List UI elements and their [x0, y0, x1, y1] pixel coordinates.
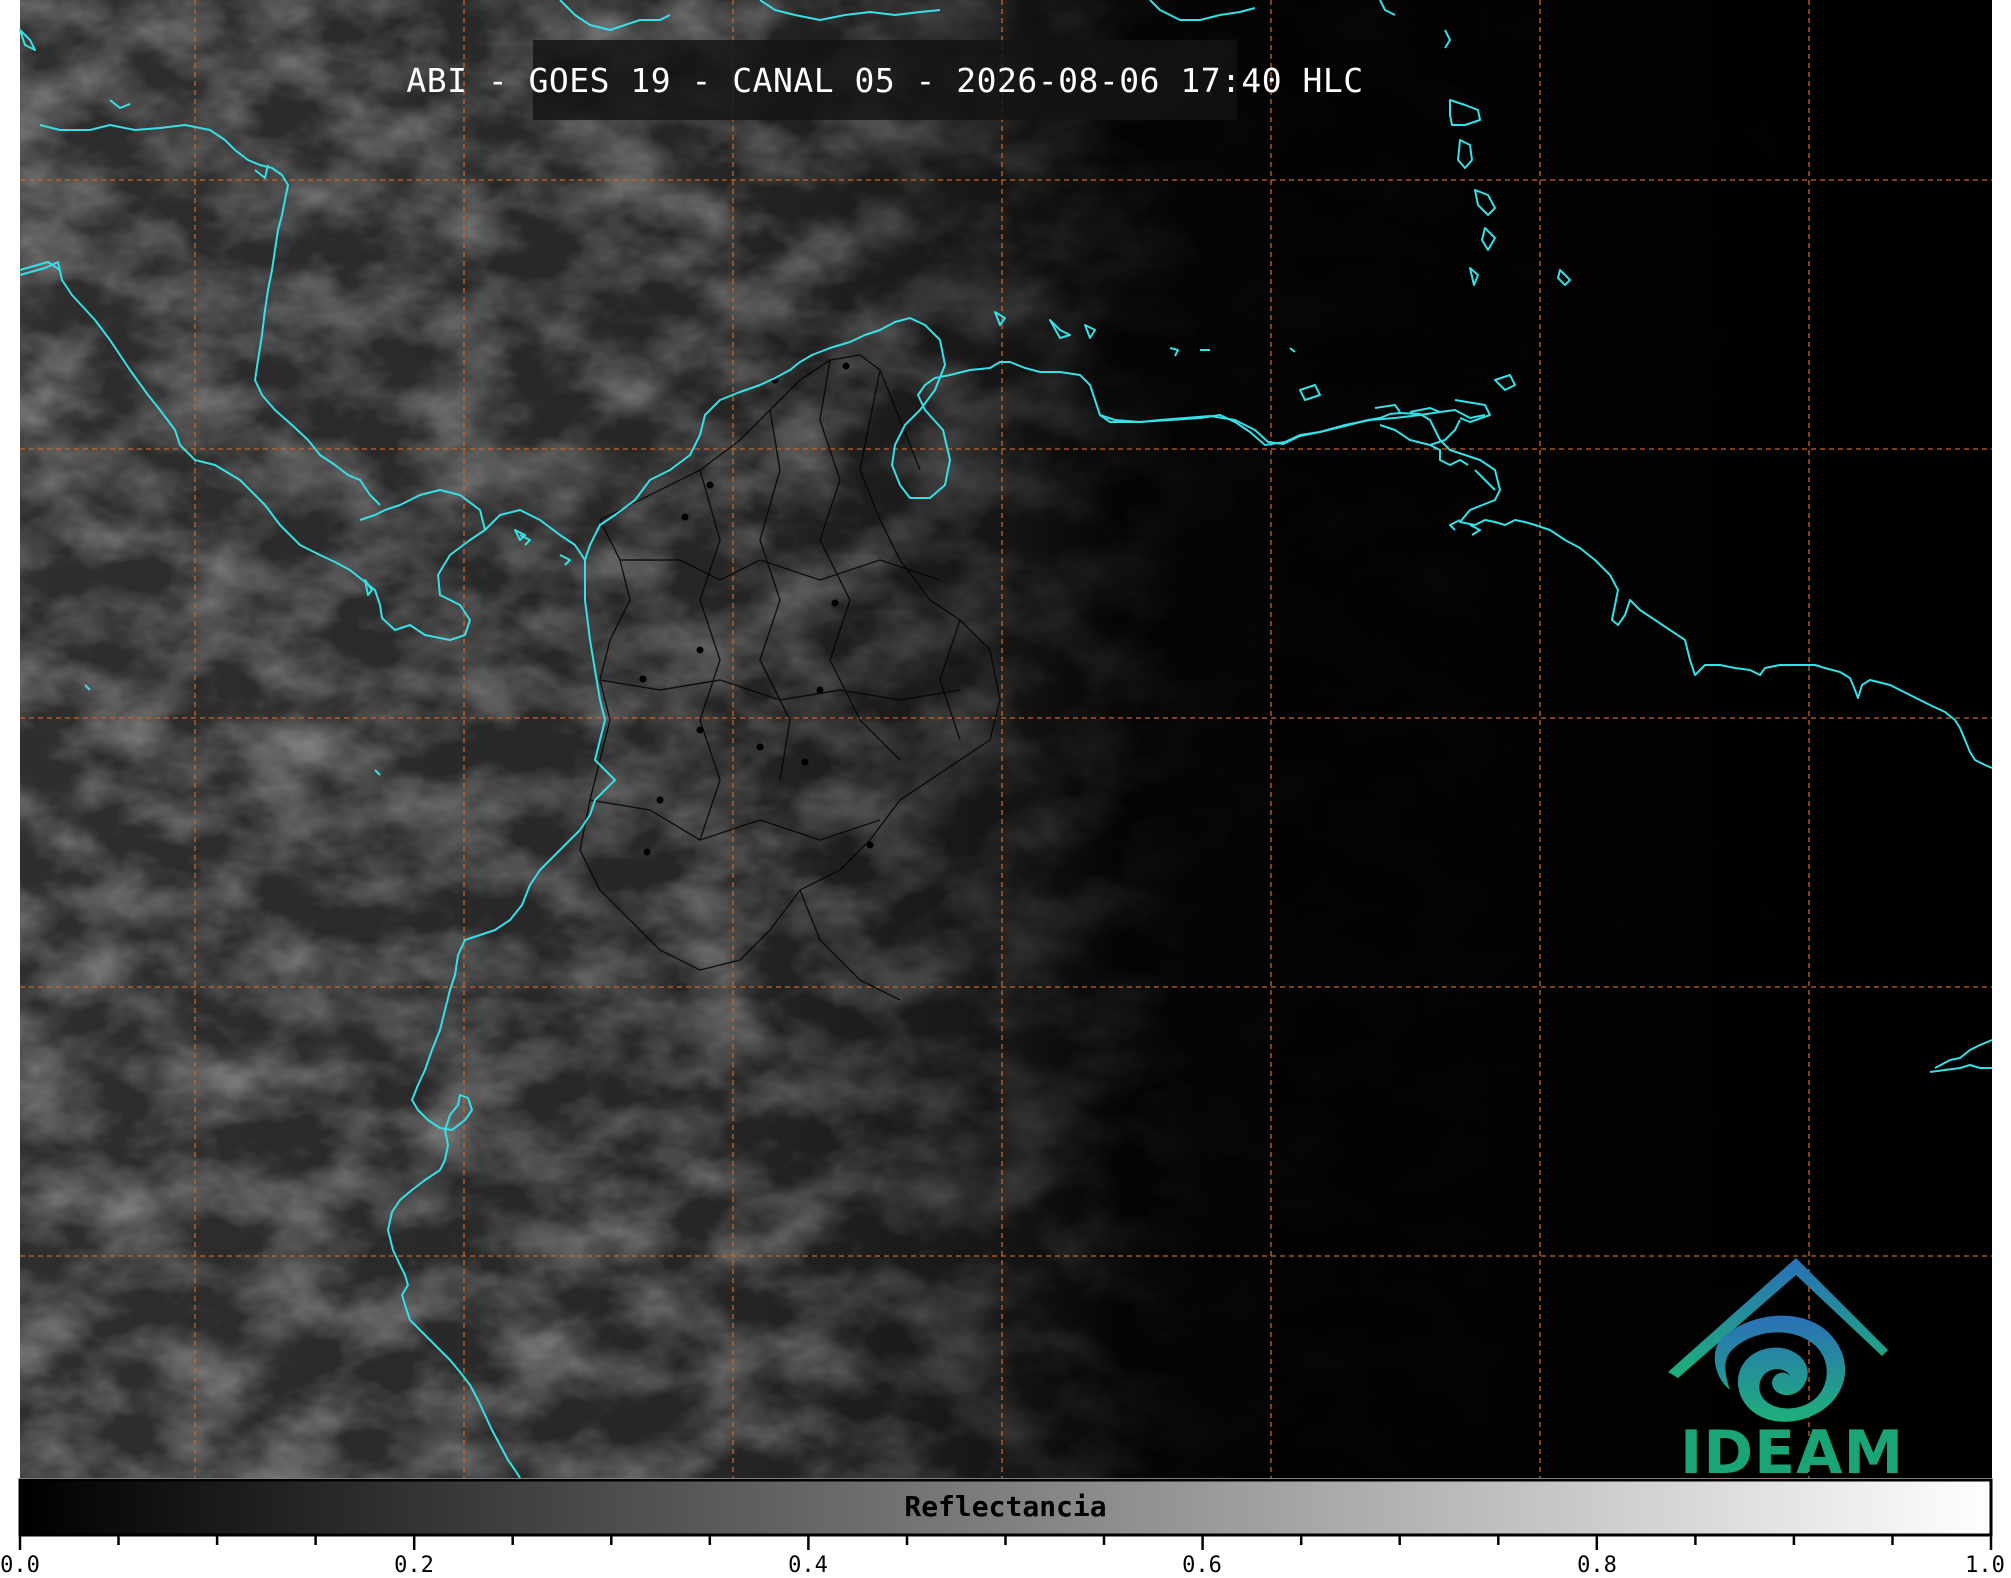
colorbar-tick-label: 0.4 [788, 1553, 828, 1578]
image-title: ABI - GOES 19 - CANAL 05 - 2026-08-06 17… [406, 60, 1364, 100]
colorbar-tick-label: 1.0 [1965, 1553, 2005, 1578]
colorbar-tick-label: 0.2 [394, 1553, 434, 1578]
ideam-logo-text: IDEAM [1680, 1418, 1905, 1488]
satellite-map [18, 0, 1993, 1550]
title-banner: ABI - GOES 19 - CANAL 05 - 2026-08-06 17… [406, 40, 1363, 120]
colorbar-label: Reflectancia [904, 1490, 1107, 1523]
colorbar-tick-label: 0.8 [1577, 1553, 1617, 1578]
colorbar-tick-label: 0.0 [0, 1553, 40, 1578]
colorbar-ticks [18, 1535, 1993, 1550]
colorbar-tick-label: 0.6 [1182, 1553, 1222, 1578]
